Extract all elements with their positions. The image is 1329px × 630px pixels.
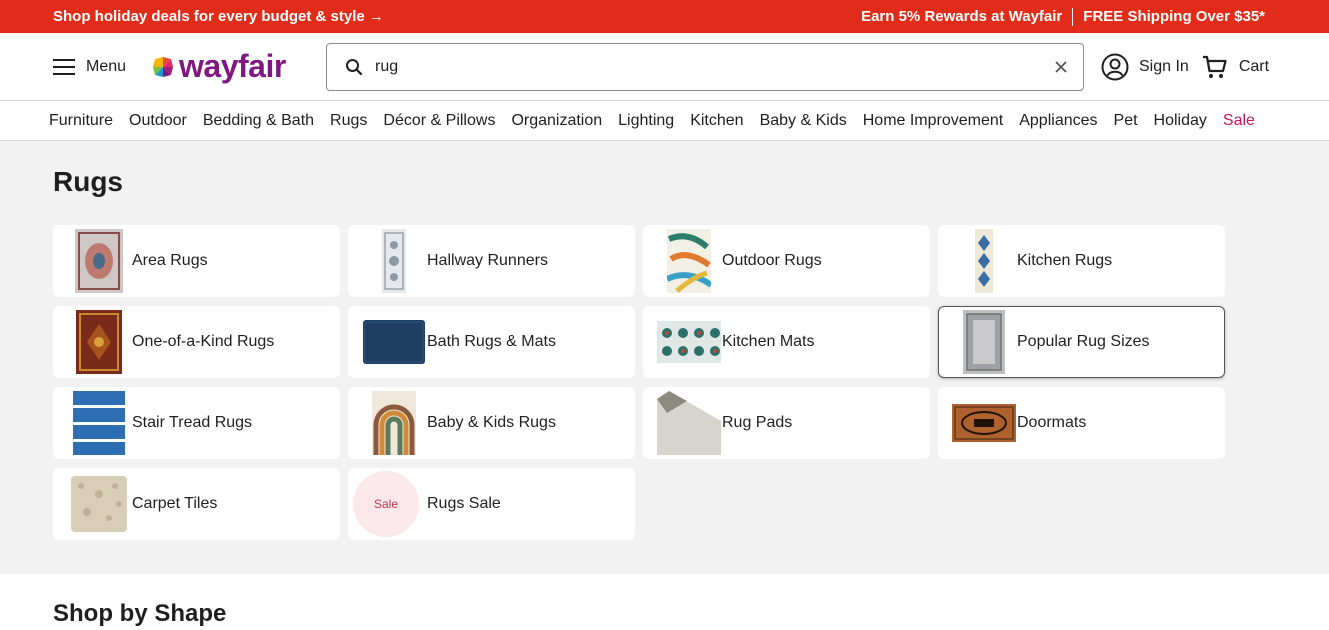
nav-outdoor[interactable]: Outdoor [129,112,187,130]
search-icon [346,58,363,75]
hamburger-icon [53,58,75,75]
category-label: One-of-a-Kind Rugs [132,333,275,350]
category-rug-pads[interactable]: Rug Pads [643,387,930,459]
nav-organization[interactable]: Organization [511,112,602,130]
menu-label: Menu [86,57,127,75]
category-label: Popular Rug Sizes [1017,333,1150,350]
category-label: Stair Tread Rugs [132,414,253,431]
category-label: Bath Rugs & Mats [427,333,556,350]
popular-rug-sizes-thumbnail [951,309,1017,375]
free-shipping-link[interactable]: FREE Shipping Over $35* [1083,8,1265,25]
nav-appliances[interactable]: Appliances [1019,112,1097,130]
sign-in-button[interactable]: Sign In [1101,53,1189,81]
category-label: Outdoor Rugs [722,252,822,269]
nav-holiday[interactable]: Holiday [1154,112,1207,130]
wayfair-pinwheel-icon [153,56,173,77]
stair-tread-thumbnail [66,390,132,456]
hallway-runner-thumbnail [361,228,427,294]
category-baby-kids-rugs[interactable]: Baby & Kids Rugs [348,387,635,459]
nav-baby-kids[interactable]: Baby & Kids [760,112,847,130]
nav-rugs[interactable]: Rugs [330,112,367,130]
area-rug-thumbnail [66,228,132,294]
account-icon [1101,53,1129,80]
category-label: Carpet Tiles [132,495,218,512]
wayfair-logo[interactable]: wayfair [151,48,326,85]
category-label: Area Rugs [132,252,208,269]
category-label: Rug Pads [722,414,793,431]
category-stair-tread-rugs[interactable]: Stair Tread Rugs [53,387,340,459]
category-grid: Area Rugs Hallway Runners Outdoor Rugs K… [53,225,1329,540]
one-of-a-kind-rug-thumbnail [66,309,132,375]
rewards-link[interactable]: Earn 5% Rewards at Wayfair [861,8,1062,25]
category-label: Baby & Kids Rugs [427,414,556,431]
doormat-thumbnail [951,390,1017,456]
menu-button[interactable]: Menu [53,58,151,76]
category-kitchen-mats[interactable]: Kitchen Mats [643,306,930,378]
nav-furniture[interactable]: Furniture [49,112,113,130]
nav-sale[interactable]: Sale [1223,112,1255,130]
baby-kids-rug-thumbnail [361,390,427,456]
cart-button[interactable]: Cart [1201,53,1269,81]
nav-lighting[interactable]: Lighting [618,112,674,130]
category-hallway-runners[interactable]: Hallway Runners [348,225,635,297]
rugs-section: Rugs Area Rugs Hallway Runners Outdoor R… [0,141,1329,574]
category-kitchen-rugs[interactable]: Kitchen Rugs [938,225,1225,297]
sale-badge: Sale [353,471,419,537]
kitchen-rug-thumbnail [951,228,1017,294]
category-label: Kitchen Mats [722,333,815,350]
shop-by-shape-heading: Shop by Shape [53,600,227,627]
category-nav: Furniture Outdoor Bedding & Bath Rugs Dé… [0,101,1329,141]
site-header: Menu wayfair rug Sign In Cart [0,33,1329,101]
category-outdoor-rugs[interactable]: Outdoor Rugs [643,225,930,297]
category-carpet-tiles[interactable]: Carpet Tiles [53,468,340,540]
search-bar[interactable]: rug [326,42,1084,91]
shop-by-shape-section: Shop by Shape [0,574,1329,630]
sign-in-label: Sign In [1139,57,1189,75]
nav-kitchen[interactable]: Kitchen [690,112,743,130]
cart-label: Cart [1238,57,1270,75]
wayfair-wordmark: wayfair [179,48,286,84]
nav-bedding-bath[interactable]: Bedding & Bath [203,112,314,130]
category-label: Kitchen Rugs [1017,252,1113,269]
search-input[interactable]: rug [375,58,1055,76]
category-label: Doormats [1017,414,1087,431]
carpet-tile-thumbnail [66,471,132,537]
nav-pet[interactable]: Pet [1114,112,1138,130]
cart-icon [1202,55,1227,78]
outdoor-rug-thumbnail [656,228,722,294]
category-one-of-a-kind-rugs[interactable]: One-of-a-Kind Rugs [53,306,340,378]
nav-home-improvement[interactable]: Home Improvement [863,112,1004,130]
bath-mat-thumbnail [361,309,427,375]
promo-bar: Shop holiday deals for every budget & st… [0,0,1329,33]
category-doormats[interactable]: Doormats [938,387,1225,459]
holiday-deals-text: Shop holiday deals for every budget & st… [53,8,384,25]
category-bath-rugs-mats[interactable]: Bath Rugs & Mats [348,306,635,378]
clear-search-icon[interactable] [1055,60,1067,73]
category-label: Hallway Runners [427,252,548,269]
holiday-deals-link[interactable]: Shop holiday deals for every budget & st… [53,8,384,25]
category-label: Rugs Sale [427,495,501,512]
category-area-rugs[interactable]: Area Rugs [53,225,340,297]
promo-divider [1072,7,1074,26]
page-title: Rugs [53,166,123,197]
category-rugs-sale[interactable]: Sale Rugs Sale [348,468,635,540]
rug-pad-thumbnail [656,390,722,456]
category-popular-rug-sizes[interactable]: Popular Rug Sizes [938,306,1225,378]
kitchen-mat-thumbnail [656,309,722,375]
nav-decor-pillows[interactable]: Décor & Pillows [383,112,495,130]
